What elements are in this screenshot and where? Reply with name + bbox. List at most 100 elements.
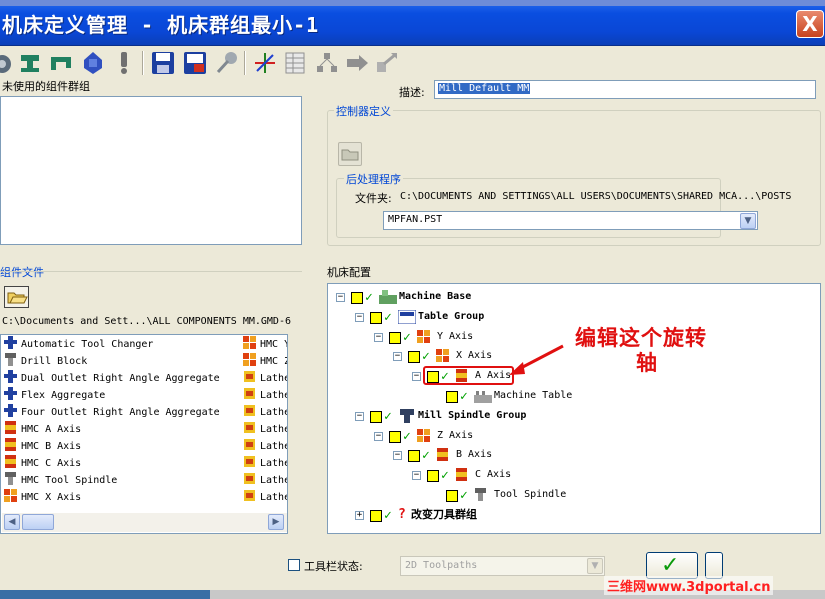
tree-node[interactable]: − ✓ Z Axis — [328, 427, 808, 445]
tree-node[interactable]: − ✓ Machine Base — [328, 288, 808, 306]
enabled-checkmark-icon[interactable]: ✓ — [384, 311, 392, 324]
collapse-icon[interactable]: − — [374, 431, 383, 441]
tree-node[interactable]: − ✓ B Axis — [328, 446, 808, 464]
tree-node[interactable]: + ✓? 改变刀具群组 — [328, 506, 808, 524]
visibility-checkbox[interactable] — [446, 490, 458, 502]
warning-icon[interactable] — [111, 50, 137, 76]
axes-icon[interactable] — [252, 50, 278, 76]
collapse-icon[interactable]: − — [336, 293, 345, 302]
open-controller-button[interactable] — [338, 142, 362, 166]
close-button[interactable]: X — [796, 10, 824, 38]
spindle-icon[interactable] — [18, 50, 44, 76]
expand-icon[interactable]: + — [355, 510, 364, 520]
component-list-item[interactable]: Lathe — [243, 472, 287, 489]
chevron-down-icon[interactable]: ▼ — [587, 558, 603, 574]
component-list[interactable]: Automatic Tool Changer Drill Block Dual Ou… — [0, 334, 288, 534]
visibility-checkbox[interactable] — [370, 509, 382, 522]
collapse-icon[interactable]: − — [374, 332, 383, 342]
enabled-checkmark-icon[interactable]: ✓ — [384, 509, 392, 522]
tree-node[interactable]: − ✓ C Axis — [328, 466, 808, 484]
toolbar-state-checkbox[interactable] — [288, 559, 300, 571]
collapse-icon[interactable]: − — [355, 411, 364, 421]
tree-node[interactable]: − ✓ A Axis — [328, 367, 808, 385]
save-as-icon[interactable] — [182, 50, 208, 76]
enabled-checkmark-icon[interactable]: ✓ — [403, 430, 411, 443]
enabled-checkmark-icon[interactable]: ✓ — [403, 331, 411, 344]
lathe-icon — [243, 472, 257, 485]
unused-groups-list[interactable] — [0, 96, 302, 245]
post-select[interactable]: MPFAN.PST ▼ — [383, 211, 758, 230]
component-list-item[interactable]: HMC Y — [243, 336, 287, 353]
lathe-icon — [243, 438, 257, 451]
component-list-item[interactable]: Lathe — [243, 421, 287, 438]
cancel-button[interactable] — [705, 552, 723, 579]
enabled-checkmark-icon[interactable]: ✓ — [422, 449, 430, 462]
enabled-checkmark-icon[interactable]: ✓ — [460, 489, 468, 502]
lathe-icon — [243, 489, 257, 502]
visibility-checkbox[interactable] — [389, 331, 401, 344]
tree-node-label: Mill Spindle Group — [418, 409, 527, 421]
annotation-text-line2: 轴 — [636, 351, 657, 375]
enabled-checkmark-icon[interactable]: ✓ — [384, 410, 392, 423]
visibility-checkbox[interactable] — [427, 470, 439, 483]
motor-icon[interactable] — [80, 50, 106, 76]
enabled-checkmark-icon[interactable]: ✓ — [460, 390, 468, 403]
chevron-down-icon[interactable]: ▼ — [740, 213, 756, 229]
component-list-item[interactable]: Lathe — [243, 404, 287, 421]
scroll-right-icon[interactable]: ▶ — [268, 514, 284, 530]
post-select-value: MPFAN.PST — [388, 214, 443, 225]
move-icon[interactable] — [374, 50, 400, 76]
visibility-checkbox[interactable] — [446, 391, 458, 403]
enabled-checkmark-icon[interactable]: ✓ — [441, 469, 449, 482]
enabled-checkmark-icon[interactable]: ✓ — [365, 291, 373, 304]
component-list-item-label: Lathe — [260, 390, 287, 401]
visibility-checkbox[interactable] — [408, 450, 420, 463]
tree-node-label: Z Axis — [437, 429, 474, 441]
visibility-checkbox[interactable] — [370, 410, 382, 423]
clamp-icon[interactable] — [48, 50, 74, 76]
arrow-right-icon[interactable] — [344, 50, 370, 76]
component-list-item[interactable]: Lathe — [243, 370, 287, 387]
table-icon[interactable] — [283, 50, 309, 76]
tree-node[interactable]: − ✓ Y Axis — [328, 328, 808, 346]
component-list-item[interactable]: Lathe — [243, 438, 287, 455]
tree-node-label: Table Group — [418, 310, 485, 322]
tree-node[interactable]: ✓ Tool Spindle — [328, 486, 808, 504]
description-field[interactable]: Mill Default MM — [434, 80, 816, 99]
pin-icon[interactable] — [214, 50, 240, 76]
component-list-item-label: Lathe — [260, 424, 287, 435]
tree-icon[interactable] — [314, 50, 340, 76]
open-component-file-button[interactable] — [4, 286, 29, 308]
component-list-item[interactable]: Lathe — [243, 455, 287, 472]
visibility-checkbox[interactable] — [351, 292, 363, 304]
visibility-checkbox[interactable] — [389, 430, 401, 443]
machine-config-tree[interactable]: − ✓ Machine Base − ✓ Table Group − ✓ Y Axis − ✓ X A… — [327, 283, 821, 534]
visibility-checkbox[interactable] — [408, 351, 420, 364]
tree-node[interactable]: − ✓ X Axis — [328, 347, 808, 365]
toolbar-state-select[interactable]: 2D Toolpaths ▼ — [400, 556, 605, 576]
visibility-checkbox[interactable] — [370, 311, 382, 324]
collapse-icon[interactable]: − — [412, 372, 421, 382]
toolbar — [0, 46, 825, 80]
lathe-icon — [243, 421, 257, 434]
collapse-icon[interactable]: − — [393, 451, 402, 461]
tree-node[interactable]: ✓ Machine Table — [328, 387, 808, 405]
tree-node[interactable]: − ✓ Table Group — [328, 308, 808, 326]
annotation-arrow-icon — [509, 344, 564, 375]
scroll-thumb[interactable] — [22, 514, 54, 530]
collapse-icon[interactable]: − — [355, 312, 364, 322]
enabled-checkmark-icon[interactable]: ✓ — [422, 350, 430, 363]
tree-node[interactable]: − ✓ Mill Spindle Group — [328, 407, 808, 425]
scroll-left-icon[interactable]: ◀ — [4, 514, 20, 530]
collapse-icon[interactable]: − — [412, 471, 421, 481]
tree-node-label: Machine Base — [399, 291, 472, 302]
axis-icon[interactable] — [0, 50, 18, 76]
save-icon[interactable] — [150, 50, 176, 76]
component-list-hscroll[interactable]: ◀ ▶ — [2, 513, 287, 532]
component-list-item[interactable]: HMC Z — [243, 353, 287, 370]
component-list-item[interactable]: Lathe — [243, 387, 287, 404]
collapse-icon[interactable]: − — [393, 352, 402, 362]
tree-node-label: Machine Table — [494, 390, 573, 401]
ok-button[interactable]: ✓ — [646, 552, 698, 579]
component-list-item[interactable]: Lathe — [243, 489, 287, 506]
